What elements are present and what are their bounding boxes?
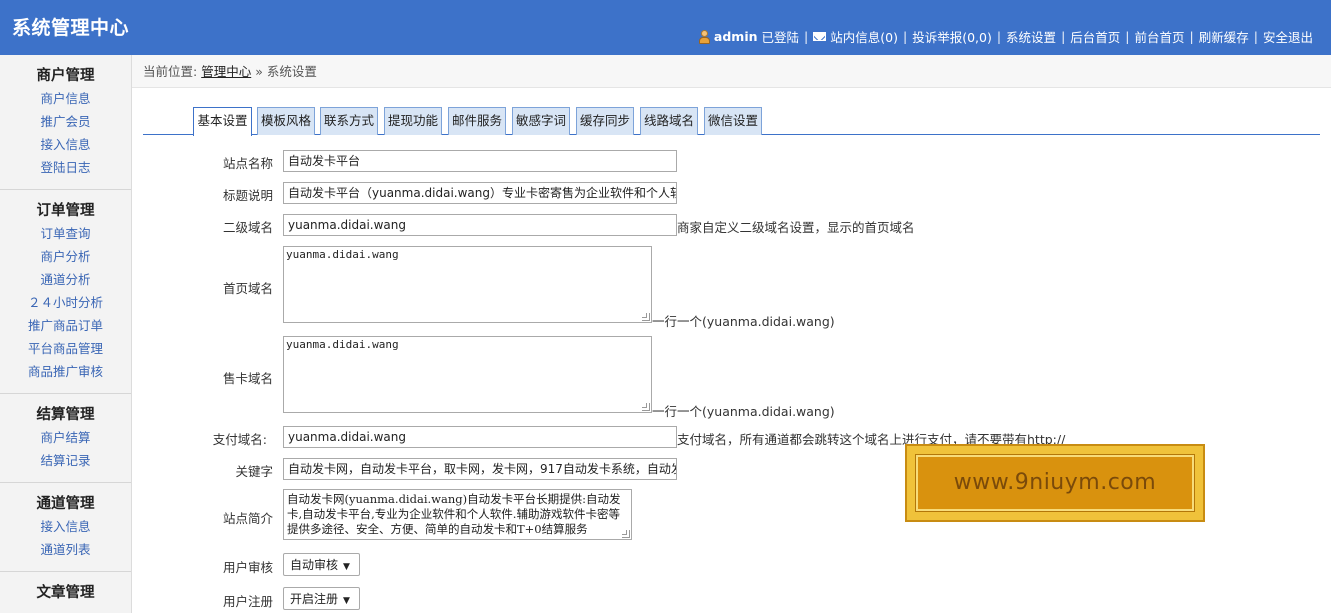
menu-title-articles[interactable]: 文章管理 bbox=[0, 582, 131, 604]
sidebar-item-merchant-settlement[interactable]: 商户结算 bbox=[0, 426, 131, 449]
tab-cache-sync[interactable]: 缓存同步 bbox=[576, 107, 634, 135]
tab-contact[interactable]: 联系方式 bbox=[320, 107, 378, 135]
label-sale-domain: 售卡域名 bbox=[222, 371, 273, 386]
sidebar-item-channel-analysis[interactable]: 通道分析 bbox=[0, 268, 131, 291]
menu-group-merchant: 商户管理 商户信息 推广会员 接入信息 登陆日志 bbox=[0, 55, 131, 190]
sidebar-item-platform-products[interactable]: 平台商品管理 bbox=[0, 337, 131, 360]
sidebar-item-login-log[interactable]: 登陆日志 bbox=[0, 156, 131, 179]
nav-site-messages[interactable]: 站内信息(0) bbox=[830, 27, 898, 46]
menu-group-orders: 订单管理 订单查询 商户分析 通道分析 ２４小时分析 推广商品订单 平台商品管理… bbox=[0, 190, 131, 394]
sidebar-item-24h-analysis[interactable]: ２４小时分析 bbox=[0, 291, 131, 314]
tab-mail[interactable]: 邮件服务 bbox=[448, 107, 506, 135]
sale-domain-hint: 一行一个(yuanma.didai.wang) bbox=[652, 404, 835, 419]
mail-icon bbox=[813, 32, 827, 41]
login-status: 已登陆 bbox=[761, 30, 800, 45]
keywords-input[interactable]: 自动发卡网，自动发卡平台，取卡网，发卡网，917自动发卡系统，自动发 bbox=[283, 458, 677, 480]
pay-domain-input[interactable]: yuanma.didai.wang bbox=[283, 426, 677, 448]
tab-basic[interactable]: 基本设置 bbox=[193, 107, 252, 136]
nav-system-settings[interactable]: 系统设置 bbox=[1006, 27, 1056, 46]
home-domain-hint: 一行一个(yuanma.didai.wang) bbox=[652, 314, 835, 329]
tab-wechat[interactable]: 微信设置 bbox=[704, 107, 762, 135]
nav-complaints[interactable]: 投诉举报(0,0) bbox=[912, 27, 992, 46]
nav-admin-home[interactable]: 后台首页 bbox=[1070, 27, 1120, 46]
menu-group-settlement: 结算管理 商户结算 结算记录 bbox=[0, 394, 131, 483]
sidebar-item-merchant-info[interactable]: 商户信息 bbox=[0, 87, 131, 110]
nav-refresh-cache[interactable]: 刷新缓存 bbox=[1199, 27, 1249, 46]
menu-group-channels: 通道管理 接入信息 通道列表 bbox=[0, 483, 131, 572]
label-user-review: 用户审核 bbox=[222, 560, 273, 575]
admin-name: admin bbox=[713, 29, 758, 44]
sidebar-item-settlement-records[interactable]: 结算记录 bbox=[0, 449, 131, 472]
resize-grip-icon[interactable] bbox=[642, 403, 650, 411]
site-name-input[interactable]: 自动发卡平台 bbox=[283, 150, 677, 172]
intro-textarea[interactable]: 自动发卡网(yuanma.didai.wang)自动发卡平台长期提供:自动发卡,… bbox=[283, 489, 632, 540]
sidebar-item-channel-list[interactable]: 通道列表 bbox=[0, 538, 131, 561]
user-register-select[interactable]: 开启注册 ▼ bbox=[283, 587, 360, 610]
menu-title-merchant[interactable]: 商户管理 bbox=[0, 65, 131, 87]
dropdown-arrow-icon: ▼ bbox=[343, 596, 350, 606]
settings-tabs: 基本设置 模板风格 联系方式 提现功能 邮件服务 敏感字词 缓存同步 线路域名 … bbox=[143, 106, 1320, 136]
menu-group-articles: 文章管理 bbox=[0, 572, 131, 613]
tab-line-domain[interactable]: 线路域名 bbox=[640, 107, 698, 135]
breadcrumb-link-admin[interactable]: 管理中心 bbox=[201, 64, 251, 79]
top-nav: admin 已登陆 | 站内信息(0) | 投诉举报(0,0) | 系统设置 |… bbox=[698, 27, 1313, 46]
label-subdomain: 二级域名 bbox=[222, 220, 273, 235]
menu-title-orders[interactable]: 订单管理 bbox=[0, 200, 131, 222]
sidebar-item-promo-review[interactable]: 商品推广审核 bbox=[0, 360, 131, 383]
sidebar: 商户管理 商户信息 推广会员 接入信息 登陆日志 订单管理 订单查询 商户分析 … bbox=[0, 55, 132, 613]
label-pay-domain: 支付域名: bbox=[212, 432, 267, 447]
nav-logout[interactable]: 安全退出 bbox=[1263, 27, 1313, 46]
tab-template[interactable]: 模板风格 bbox=[257, 107, 315, 135]
title-desc-input[interactable]: 自动发卡平台（yuanma.didai.wang）专业卡密寄售为企业软件和个人软… bbox=[283, 182, 677, 204]
sidebar-item-order-query[interactable]: 订单查询 bbox=[0, 222, 131, 245]
label-site-name: 站点名称 bbox=[222, 156, 273, 171]
resize-grip-icon[interactable] bbox=[622, 530, 630, 538]
subdomain-input[interactable]: yuanma.didai.wang bbox=[283, 214, 677, 236]
dropdown-arrow-icon: ▼ bbox=[343, 562, 350, 572]
sidebar-item-merchant-analysis[interactable]: 商户分析 bbox=[0, 245, 131, 268]
top-header: 系统管理中心 admin 已登陆 | 站内信息(0) | 投诉举报(0,0) |… bbox=[0, 0, 1331, 55]
breadcrumb: 当前位置: 管理中心 » 系统设置 bbox=[132, 55, 1331, 88]
sale-domain-value: yuanma.didai.wang bbox=[286, 338, 399, 351]
user-review-value: 自动审核 bbox=[290, 558, 339, 572]
intro-value: 自动发卡网(yuanma.didai.wang)自动发卡平台长期提供:自动发卡,… bbox=[287, 492, 621, 536]
label-user-register: 用户注册 bbox=[222, 594, 273, 609]
sidebar-item-promo-members[interactable]: 推广会员 bbox=[0, 110, 131, 133]
sidebar-item-channel-access[interactable]: 接入信息 bbox=[0, 515, 131, 538]
label-home-domain: 首页域名 bbox=[222, 281, 273, 296]
user-register-value: 开启注册 bbox=[290, 592, 339, 606]
label-keywords: 关键字 bbox=[235, 464, 273, 479]
breadcrumb-current: » 系统设置 bbox=[255, 64, 317, 79]
breadcrumb-prefix: 当前位置: bbox=[143, 64, 198, 79]
home-domain-textarea[interactable]: yuanma.didai.wang bbox=[283, 246, 652, 323]
sidebar-item-access-info[interactable]: 接入信息 bbox=[0, 133, 131, 156]
watermark-text: www.9niuym.com bbox=[953, 470, 1157, 495]
watermark-badge: www.9niuym.com bbox=[905, 444, 1205, 522]
menu-title-settlement[interactable]: 结算管理 bbox=[0, 404, 131, 426]
sidebar-item-promo-orders[interactable]: 推广商品订单 bbox=[0, 314, 131, 337]
watermark-badge-inner: www.9niuym.com bbox=[915, 454, 1195, 512]
nav-front-home[interactable]: 前台首页 bbox=[1135, 27, 1185, 46]
label-intro: 站点简介 bbox=[222, 511, 273, 526]
label-title-desc: 标题说明 bbox=[222, 188, 273, 203]
subdomain-hint: 商家自定义二级域名设置，显示的首页域名 bbox=[677, 220, 915, 235]
tab-sensitive-words[interactable]: 敏感字词 bbox=[512, 107, 570, 135]
user-icon bbox=[698, 29, 710, 44]
menu-title-channels[interactable]: 通道管理 bbox=[0, 493, 131, 515]
home-domain-value: yuanma.didai.wang bbox=[286, 248, 399, 261]
sale-domain-textarea[interactable]: yuanma.didai.wang bbox=[283, 336, 652, 413]
resize-grip-icon[interactable] bbox=[642, 313, 650, 321]
tab-withdraw[interactable]: 提现功能 bbox=[384, 107, 442, 135]
site-title: 系统管理中心 bbox=[12, 17, 130, 39]
user-review-select[interactable]: 自动审核 ▼ bbox=[283, 553, 360, 576]
